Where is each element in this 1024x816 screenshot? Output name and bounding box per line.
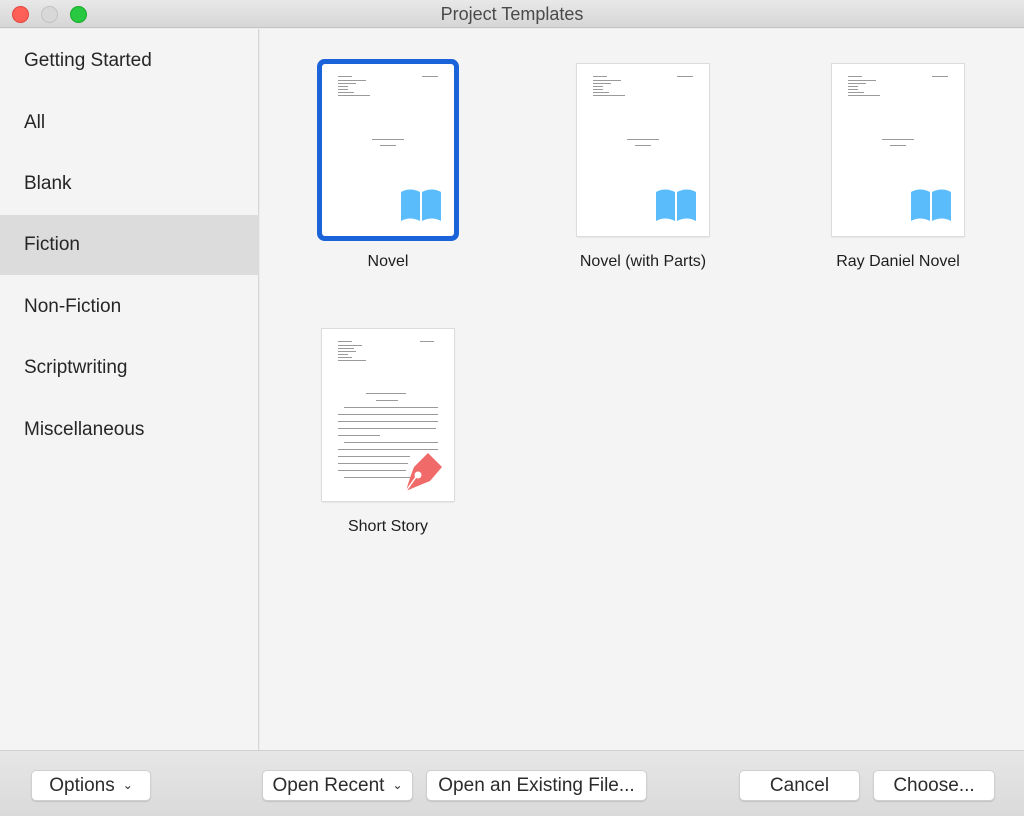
- template-novel[interactable]: Novel: [308, 64, 468, 271]
- cancel-button[interactable]: Cancel: [739, 770, 860, 801]
- sidebar-item-fiction[interactable]: Fiction: [0, 215, 259, 275]
- sidebar-item-getting-started[interactable]: Getting Started: [0, 31, 259, 91]
- chevron-down-icon: ⌄: [122, 778, 133, 792]
- sidebar-item-blank[interactable]: Blank: [0, 154, 259, 214]
- open-recent-label: Open Recent: [272, 775, 385, 796]
- template-label: Short Story: [347, 518, 429, 535]
- chevron-down-icon: ⌄: [392, 778, 403, 792]
- options-button[interactable]: Options ⌄: [31, 770, 151, 801]
- template-thumbnail: [322, 64, 454, 236]
- project-templates-window: Project Templates Getting Started All Bl…: [0, 0, 1024, 816]
- template-thumbnail: [322, 329, 454, 501]
- title-bar: Project Templates: [0, 0, 1024, 28]
- choose-button[interactable]: Choose...: [873, 770, 995, 801]
- template-label: Novel (with Parts): [579, 253, 707, 270]
- open-book-icon: [911, 189, 951, 221]
- template-label: Ray Daniel Novel: [836, 253, 960, 270]
- sidebar-item-non-fiction[interactable]: Non-Fiction: [0, 277, 259, 337]
- template-thumbnail: [577, 64, 709, 236]
- template-label: Novel: [367, 253, 409, 270]
- template-ray-daniel-novel[interactable]: Ray Daniel Novel: [818, 64, 978, 271]
- open-book-icon: [401, 189, 441, 221]
- template-grid: Novel Novel (with Parts) Ray Daniel Nove…: [260, 29, 1024, 750]
- open-recent-button[interactable]: Open Recent ⌄: [262, 770, 413, 801]
- open-existing-file-button[interactable]: Open an Existing File...: [426, 770, 647, 801]
- fountain-pen-nib-icon: [405, 453, 442, 492]
- options-label: Options: [49, 775, 115, 796]
- template-thumbnail: [832, 64, 964, 236]
- template-novel-with-parts[interactable]: Novel (with Parts): [563, 64, 723, 271]
- sidebar-item-miscellaneous[interactable]: Miscellaneous: [0, 400, 259, 460]
- template-short-story[interactable]: Short Story: [308, 329, 468, 536]
- sidebar-item-all[interactable]: All: [0, 93, 259, 153]
- category-sidebar: Getting Started All Blank Fiction Non-Fi…: [0, 29, 259, 750]
- open-book-icon: [656, 189, 696, 221]
- window-title: Project Templates: [440, 4, 584, 24]
- sidebar-item-scriptwriting[interactable]: Scriptwriting: [0, 338, 259, 398]
- bottom-toolbar: Options ⌄ Open Recent ⌄ Open an Existing F…: [0, 750, 1024, 816]
